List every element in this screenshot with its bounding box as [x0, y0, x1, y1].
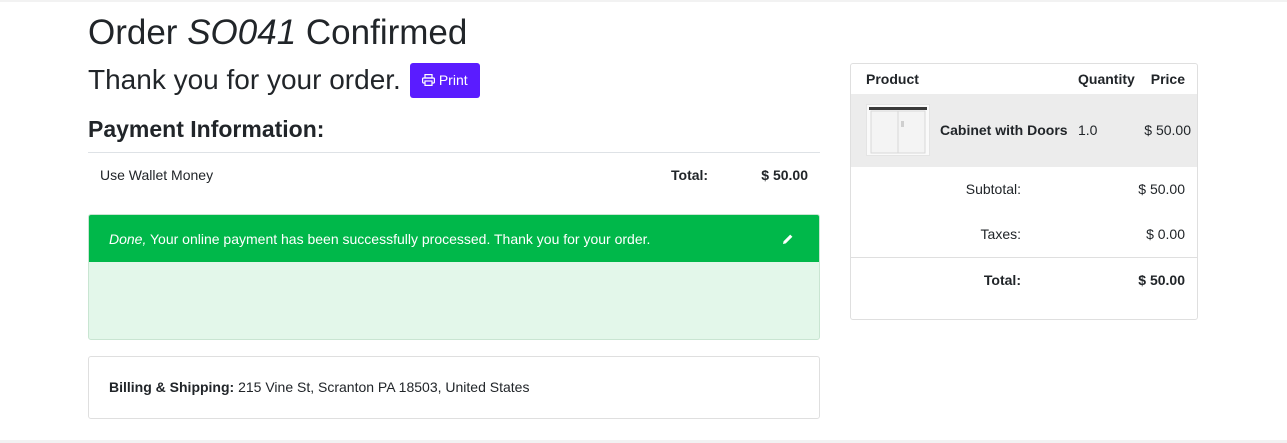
billing-label: Billing & Shipping:: [109, 379, 235, 395]
alert-status-word: Done,: [109, 230, 147, 247]
thank-you-line: Thank you for your order. Print: [88, 62, 480, 98]
subtotal-value: $ 50.00: [1138, 181, 1185, 197]
taxes-label: Taxes:: [980, 226, 1021, 242]
payment-row: Use Wallet Money Total: $ 50.00: [88, 153, 820, 197]
taxes-value: $ 0.00: [1146, 226, 1185, 242]
taxes-row: Taxes: $ 0.00: [851, 226, 1197, 246]
print-label: Print: [438, 72, 468, 88]
column-quantity: Quantity: [1078, 71, 1135, 87]
title-prefix: Order: [88, 13, 178, 52]
summary-header: Product Quantity Price: [851, 64, 1197, 94]
subtotal-label: Subtotal:: [965, 181, 1021, 197]
printer-icon: [421, 74, 435, 86]
column-product: Product: [866, 71, 919, 87]
print-button[interactable]: Print: [409, 62, 480, 98]
page-title: Order SO041 Confirmed: [88, 13, 467, 53]
product-image[interactable]: [866, 104, 930, 156]
product-name: Cabinet with Doors: [940, 122, 1068, 138]
payment-method: Use Wallet Money: [100, 167, 214, 183]
summary-total-value: $ 50.00: [1138, 272, 1185, 288]
payment-status-alert: Done, Your online payment has been succe…: [88, 214, 820, 340]
payment-total-value: $ 50.00: [761, 167, 808, 183]
summary-total-row: Total: $ 50.00: [851, 272, 1197, 292]
pencil-icon[interactable]: [782, 232, 794, 248]
billing-address: 215 Vine St, Scranton PA 18503, United S…: [234, 379, 530, 395]
alert-header: Done, Your online payment has been succe…: [89, 215, 819, 262]
alert-message: Your online payment has been successfull…: [146, 230, 651, 247]
summary-total-label: Total:: [983, 272, 1021, 288]
product-price: $ 50.00: [1144, 122, 1191, 138]
thank-you-text: Thank you for your order.: [88, 64, 401, 95]
subtotal-row: Subtotal: $ 50.00: [851, 181, 1197, 201]
order-summary: Product Quantity Price Cabinet with Door…: [850, 63, 1198, 320]
title-suffix: Confirmed: [305, 13, 468, 52]
payment-heading: Payment Information:: [88, 116, 325, 142]
product-row[interactable]: Cabinet with Doors 1.0 $ 50.00: [851, 94, 1197, 167]
billing-shipping-box: Billing & Shipping: 215 Vine St, Scranto…: [88, 356, 820, 419]
order-reference: SO041: [187, 13, 297, 52]
payment-total-label: Total:: [671, 167, 709, 183]
product-quantity: 1.0: [1078, 122, 1098, 138]
page: Order SO041 Confirmed Thank you for your…: [0, 2, 1287, 440]
column-price: Price: [1150, 71, 1185, 87]
summary-divider: [851, 257, 1197, 258]
